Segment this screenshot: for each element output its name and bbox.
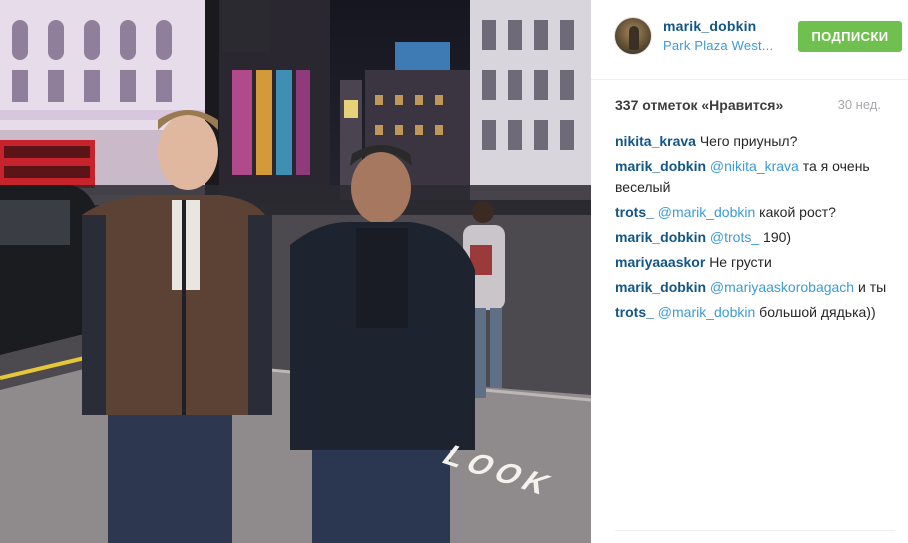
- comment-author[interactable]: marik_dobkin: [615, 229, 706, 245]
- likes-count[interactable]: 337 отметок «Нравится»: [615, 97, 783, 113]
- post-age[interactable]: 30 нед.: [838, 97, 881, 112]
- comment-item: nikita_krava Чего приуныл?: [615, 131, 905, 152]
- following-button[interactable]: ПОДПИСКИ: [798, 21, 902, 52]
- comment-item: marik_dobkin @trots_ 190): [615, 227, 905, 248]
- avatar[interactable]: [614, 17, 652, 55]
- comment-text: Не грусти: [709, 254, 772, 270]
- comment-mention[interactable]: @mariyaaskorobagach: [710, 279, 854, 295]
- comment-author[interactable]: nikita_krava: [615, 133, 696, 149]
- comment-author[interactable]: trots_: [615, 304, 654, 320]
- comment-author[interactable]: marik_dobkin: [615, 279, 706, 295]
- comment-mention[interactable]: @marik_dobkin: [658, 204, 755, 220]
- location-link[interactable]: Park Plaza West...: [663, 38, 773, 53]
- avatar-figure: [629, 26, 639, 50]
- comment-text: какой рост?: [759, 204, 836, 220]
- comment-mention[interactable]: @trots_: [710, 229, 759, 245]
- post-photo[interactable]: LOOK: [0, 0, 591, 543]
- comment-mention[interactable]: @nikita_krava: [710, 158, 799, 174]
- comment-item: marik_dobkin @nikita_krava та я очень ве…: [615, 156, 905, 198]
- comment-text: большой дядька)): [759, 304, 876, 320]
- comment-item: marik_dobkin @mariyaaskorobagach и ты: [615, 277, 905, 298]
- comment-author[interactable]: trots_: [615, 204, 654, 220]
- post-header: marik_dobkin Park Plaza West... ПОДПИСКИ: [591, 0, 908, 80]
- divider: [615, 530, 895, 531]
- comment-item: mariyaaaskor Не грусти: [615, 252, 905, 273]
- username-link[interactable]: marik_dobkin: [663, 18, 756, 34]
- comment-author[interactable]: marik_dobkin: [615, 158, 706, 174]
- comment-item: trots_ @marik_dobkin какой рост?: [615, 202, 905, 223]
- comment-author[interactable]: mariyaaaskor: [615, 254, 705, 270]
- comment-text: Чего приуныл?: [699, 133, 798, 149]
- comment-text: и ты: [857, 279, 887, 295]
- comment-text: 190): [763, 229, 792, 245]
- comment-list: nikita_krava Чего приуныл? marik_dobkin …: [615, 131, 905, 327]
- post-sidebar: marik_dobkin Park Plaza West... ПОДПИСКИ…: [591, 0, 908, 543]
- comment-item: trots_ @marik_dobkin большой дядька)): [615, 302, 905, 323]
- photo-illustration: LOOK: [0, 0, 591, 543]
- comment-mention[interactable]: @marik_dobkin: [658, 304, 755, 320]
